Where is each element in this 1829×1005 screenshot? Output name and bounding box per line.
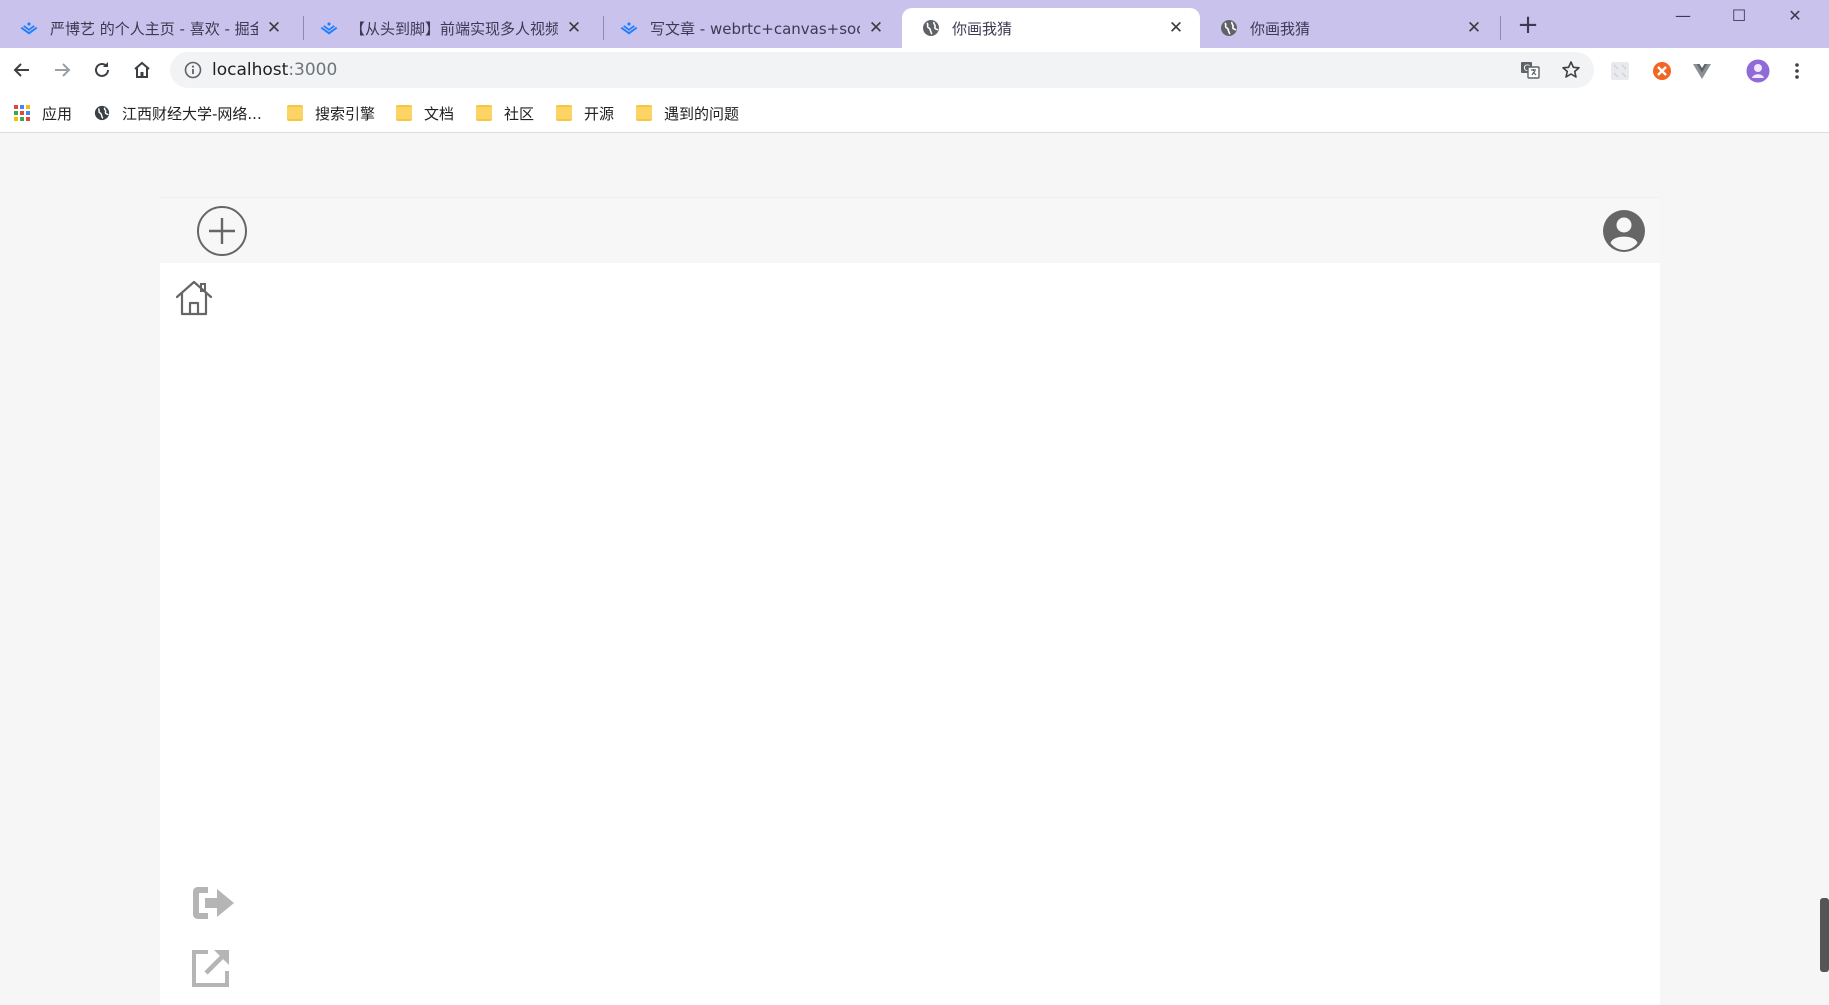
bookmark-label: 应用 — [42, 104, 73, 123]
home-icon — [134, 61, 150, 78]
url-host: localhost — [212, 60, 289, 80]
home-nav-button[interactable] — [174, 279, 214, 317]
tab-video-chat-article[interactable]: 【从头到脚】前端实现多人视频聊 ✕ — [300, 8, 598, 48]
new-tab-button[interactable]: + — [1514, 12, 1542, 40]
external-link-icon — [192, 950, 229, 987]
user-circle-icon — [1603, 210, 1645, 252]
tab-close-icon[interactable]: ✕ — [1166, 18, 1186, 38]
page-viewport — [0, 134, 1829, 1005]
tab-title: 写文章 - webrtc+canvas+socke — [650, 19, 860, 38]
plus-circle-icon — [197, 206, 247, 256]
tab-strip: 严博艺 的个人主页 - 喜欢 - 掘金 ✕ 【从头到脚】前端实现多人视频聊 ✕ … — [0, 0, 1829, 48]
forward-button[interactable] — [48, 56, 76, 84]
tab-close-icon[interactable]: ✕ — [866, 18, 886, 38]
globe-icon — [94, 105, 110, 121]
juejin-icon — [620, 19, 638, 37]
bookmark-folder-docs[interactable]: 文档 — [396, 102, 454, 124]
back-button[interactable] — [8, 56, 36, 84]
tab-write-article[interactable]: 写文章 - webrtc+canvas+socke ✕ — [600, 8, 900, 48]
url-port: :3000 — [288, 60, 338, 80]
tab-juejin-profile[interactable]: 严博艺 的个人主页 - 喜欢 - 掘金 ✕ — [0, 8, 298, 48]
bookmark-label: 开源 — [584, 104, 615, 123]
user-profile-button[interactable] — [1602, 209, 1646, 253]
tab-close-icon[interactable]: ✕ — [264, 18, 284, 38]
home-icon — [175, 280, 213, 316]
address-bar[interactable]: localhost:3000 G — [170, 52, 1594, 88]
bookmark-label: 文档 — [424, 104, 455, 123]
maximize-button[interactable]: ☐ — [1711, 0, 1767, 30]
bookmark-label: 搜索引擎 — [315, 104, 376, 123]
bookmark-folder-search-engines[interactable]: 搜索引擎 — [287, 102, 375, 124]
info-icon[interactable] — [184, 61, 202, 79]
translate-icon[interactable]: G — [1520, 60, 1540, 80]
arrow-left-icon — [13, 63, 29, 77]
tab-draw-guess[interactable]: 你画我猜 ✕ — [1200, 8, 1498, 48]
minimize-button[interactable]: — — [1655, 0, 1711, 30]
bookmark-folder-problems[interactable]: 遇到的问题 — [636, 102, 739, 124]
globe-icon — [1220, 19, 1238, 37]
bookmark-label: 遇到的问题 — [664, 104, 740, 123]
home-button[interactable] — [128, 56, 156, 84]
create-room-button[interactable] — [196, 205, 248, 257]
tab-title: 你画我猜 — [1250, 19, 1311, 38]
app-header — [160, 197, 1660, 263]
profile-avatar[interactable] — [1745, 58, 1771, 84]
folder-icon — [476, 105, 492, 121]
folder-icon — [636, 105, 652, 121]
bookmark-folder-open-source[interactable]: 开源 — [556, 102, 614, 124]
folder-icon — [556, 105, 572, 121]
side-scroll-handle[interactable] — [1820, 898, 1829, 972]
bookmark-label: 社区 — [504, 104, 535, 123]
tab-title: 你画我猜 — [952, 19, 1013, 38]
folder-icon — [287, 105, 303, 121]
bookmark-folder-community[interactable]: 社区 — [476, 102, 534, 124]
bookmark-star-icon[interactable] — [1561, 60, 1581, 80]
bookmarks-bar: 应用 江西财经大学-网络... 搜索引擎 文档 社区 开源 遇到的问题 — [0, 93, 1829, 133]
extension-orange-icon[interactable] — [1652, 61, 1672, 81]
draw-guess-app — [160, 197, 1660, 1005]
bookmark-label: 江西财经大学-网络... — [122, 104, 262, 123]
globe-icon — [922, 19, 940, 37]
share-link-button[interactable] — [190, 947, 232, 989]
apps-grid-icon — [14, 105, 30, 121]
juejin-icon — [320, 19, 338, 37]
folder-icon — [396, 105, 412, 121]
tab-separator — [1500, 16, 1501, 40]
tab-title: 严博艺 的个人主页 - 喜欢 - 掘金 — [50, 19, 258, 38]
juejin-icon — [20, 19, 38, 37]
sign-out-icon — [193, 887, 234, 919]
menu-kebab-icon[interactable] — [1787, 61, 1807, 81]
bookmark-apps[interactable]: 应用 — [14, 102, 72, 124]
exit-room-button[interactable] — [190, 883, 236, 923]
tab-draw-guess-active[interactable]: 你画我猜 ✕ — [902, 8, 1200, 48]
tab-close-icon[interactable]: ✕ — [1464, 18, 1484, 38]
url-text[interactable]: localhost:3000 — [212, 60, 337, 80]
tab-title: 【从头到脚】前端实现多人视频聊 — [350, 19, 558, 38]
browser-toolbar: localhost:3000 G — [0, 48, 1829, 93]
tab-close-icon[interactable]: ✕ — [564, 18, 584, 38]
window-close-button[interactable]: ✕ — [1767, 0, 1823, 30]
arrow-right-icon — [55, 63, 71, 77]
bookmark-jxufe[interactable]: 江西财经大学-网络... — [94, 102, 262, 124]
extension-vue-icon[interactable] — [1692, 61, 1712, 81]
extension-placeholder-icon[interactable] — [1610, 61, 1630, 81]
reload-button[interactable] — [88, 56, 116, 84]
reload-icon — [95, 62, 109, 77]
